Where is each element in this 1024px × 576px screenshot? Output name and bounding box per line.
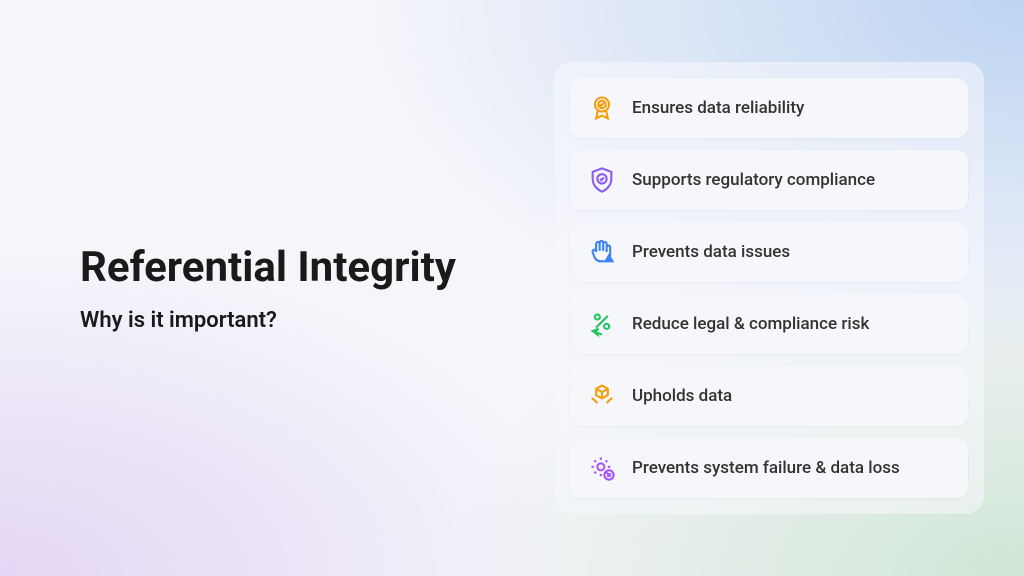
benefit-card-upholds: Upholds data	[570, 366, 968, 426]
ribbon-check-icon	[588, 94, 616, 122]
page-title: Referential Integrity	[80, 243, 534, 292]
hand-alert-icon	[588, 238, 616, 266]
benefit-label: Reduce legal & compliance risk	[632, 314, 869, 334]
benefit-card-compliance: Supports regulatory compliance	[570, 150, 968, 210]
benefit-label: Prevents system failure & data loss	[632, 458, 900, 478]
benefit-label: Ensures data reliability	[632, 98, 804, 118]
benefit-label: Upholds data	[632, 386, 732, 406]
benefits-panel: Ensures data reliability Supports regula…	[554, 62, 984, 514]
benefit-label: Supports regulatory compliance	[632, 170, 875, 190]
benefit-card-reliability: Ensures data reliability	[570, 78, 968, 138]
benefit-card-system-failure: Prevents system failure & data loss	[570, 438, 968, 498]
page-subtitle: Why is it important?	[80, 308, 534, 333]
benefit-card-risk: Reduce legal & compliance risk	[570, 294, 968, 354]
percent-arrow-icon	[588, 310, 616, 338]
shield-check-icon	[588, 166, 616, 194]
gear-x-icon	[588, 454, 616, 482]
benefit-card-data-issues: Prevents data issues	[570, 222, 968, 282]
heading-block: Referential Integrity Why is it importan…	[80, 243, 554, 333]
benefit-label: Prevents data issues	[632, 242, 790, 262]
hands-cube-icon	[588, 382, 616, 410]
